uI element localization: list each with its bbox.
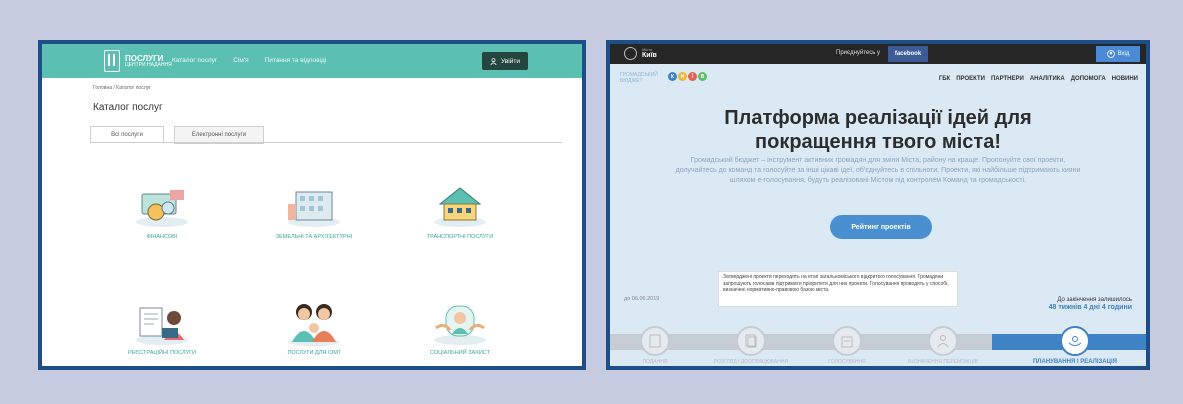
deadline-value: 48 тижнів 4 дні 4 години — [1048, 304, 1132, 311]
stage-tooltip: Затверджені проекти переходять на етап з… — [718, 271, 958, 307]
service-label: Транспортні послуги — [426, 234, 494, 240]
stage-progress: Подання Розгляд і доопрацювання Голосува… — [610, 326, 1146, 366]
person-icon — [928, 326, 958, 356]
nav-item-gbk[interactable]: ГБК — [939, 76, 950, 82]
finance-icon — [136, 190, 188, 227]
hands-icon — [1060, 326, 1090, 356]
service-label: Соціальний захист — [430, 350, 490, 356]
nav-item-projects[interactable]: ПРОЕКТИ — [956, 76, 985, 82]
main-nav: ГБК ПРОЕКТИ ПАРТНЕРИ АНАЛІТИКА ДОПОМОГА … — [939, 76, 1138, 82]
nav-item-faq[interactable]: Питання та відповіді — [265, 57, 327, 64]
stage-step-review[interactable]: Розгляд і доопрацювання — [706, 326, 796, 365]
building-icon — [288, 191, 340, 227]
service-label: Реєстраційні послуги — [127, 350, 197, 356]
budget-logo-caption: ГРОМАДСЬКИЙ БЮДЖЕТ — [620, 72, 658, 84]
house-icon — [434, 187, 486, 227]
hero-title-line2: покращення твого міста! — [755, 131, 1001, 153]
documents-icon — [736, 326, 766, 356]
login-label: Увійти — [501, 57, 520, 65]
city-name: Київ — [642, 52, 657, 59]
breadcrumb[interactable]: Головна / Каталог послуг — [93, 85, 151, 91]
nav-item-news[interactable]: НОВИНИ — [1112, 76, 1138, 82]
hero-title-line1: Платформа реалізації ідей для — [724, 107, 1032, 129]
kyiv-logo[interactable]: КИЇВ — [668, 72, 707, 81]
top-bar: Місто Київ Приєднуйтесь у facebook Вхід — [610, 44, 1146, 64]
stage-date: до 06.06.2019 — [624, 296, 660, 302]
service-card-social[interactable]: Соціальний захист — [400, 298, 520, 356]
stage-label: Подання — [642, 359, 668, 365]
services-portal-screenshot: ПОСЛУГИ ЦЕНТРИ НАДАННЯ Каталог послуг Сі… — [38, 40, 586, 370]
service-label: Фінансові — [146, 234, 178, 240]
service-card-family[interactable]: Послуги для сім'ї — [254, 298, 374, 356]
stage-step-submission[interactable]: Подання — [610, 326, 700, 365]
service-card-transport[interactable]: Транспортні послуги — [400, 182, 520, 240]
signin-button[interactable]: Вхід — [1096, 46, 1140, 62]
portal-logo[interactable]: ПОСЛУГИ ЦЕНТРИ НАДАННЯ — [104, 50, 172, 72]
service-card-finance[interactable]: Фінансові — [102, 182, 222, 240]
nav-item-help[interactable]: ДОПОМОГА — [1071, 76, 1106, 82]
location-pin-icon — [624, 47, 637, 60]
registration-icon — [136, 307, 188, 345]
civic-budget-screenshot: Місто Київ Приєднуйтесь у facebook Вхід … — [606, 40, 1150, 370]
hero-title: Платформа реалізації ідей для покращення… — [610, 106, 1146, 154]
service-label: Послуги для сім'ї — [287, 350, 341, 356]
stage-label: Голосування — [828, 359, 866, 365]
nav-item-family[interactable]: Сім'я — [233, 57, 248, 64]
stage-step-winners[interactable]: Визначення переможців — [898, 326, 988, 365]
stage-label: Розгляд і доопрацювання — [713, 359, 789, 365]
signin-label: Вхід — [1117, 51, 1130, 57]
join-text: Приєднуйтесь у — [836, 50, 881, 56]
service-label: Земельні та архітектурні — [275, 234, 353, 240]
city-selector[interactable]: Місто Київ — [624, 47, 657, 60]
stage-step-implementation[interactable]: Планування і реалізація — [1020, 326, 1130, 365]
social-protection-icon — [434, 305, 486, 345]
nav-item-partners[interactable]: ПАРТНЕРИ — [991, 76, 1024, 82]
portal-nav: Каталог послуг Сім'я Питання та відповід… — [172, 57, 326, 64]
tab-divider — [90, 142, 562, 143]
hero-description: Громадський бюджет – інструмент активних… — [675, 157, 1081, 184]
stage-label: Планування і реалізація — [1032, 359, 1117, 365]
facebook-button[interactable]: facebook — [888, 46, 928, 62]
document-icon — [640, 326, 670, 356]
service-card-registration[interactable]: Реєстраційні послуги — [102, 298, 222, 356]
projects-rating-button[interactable]: Рейтинг проектів — [830, 215, 932, 239]
nav-item-analytics[interactable]: АНАЛІТИКА — [1030, 76, 1065, 82]
logo-subtitle: ЦЕНТРИ НАДАННЯ — [125, 61, 172, 68]
portal-header: ПОСЛУГИ ЦЕНТРИ НАДАННЯ Каталог послуг Сі… — [42, 44, 582, 78]
stage-label: Визначення переможців — [908, 359, 978, 365]
user-icon — [490, 57, 497, 65]
family-icon — [288, 304, 340, 346]
deadline-counter: До закінчення залишилось 48 тижнів 4 дні… — [1049, 297, 1132, 311]
login-button[interactable]: Увійти — [482, 52, 528, 70]
logo-mark-icon — [104, 50, 120, 72]
ballot-icon — [832, 326, 862, 356]
hero-section: ГРОМАДСЬКИЙ БЮДЖЕТ КИЇВ ГБК ПРОЕКТИ ПАРТ… — [610, 64, 1146, 366]
user-icon — [1106, 50, 1115, 58]
page-title: Каталог послуг — [93, 102, 163, 113]
nav-item-catalog[interactable]: Каталог послуг — [172, 57, 217, 64]
service-card-land[interactable]: Земельні та архітектурні — [254, 182, 374, 240]
deadline-label: До закінчення залишилось — [1057, 297, 1132, 303]
stage-step-voting[interactable]: Голосування — [802, 326, 892, 365]
